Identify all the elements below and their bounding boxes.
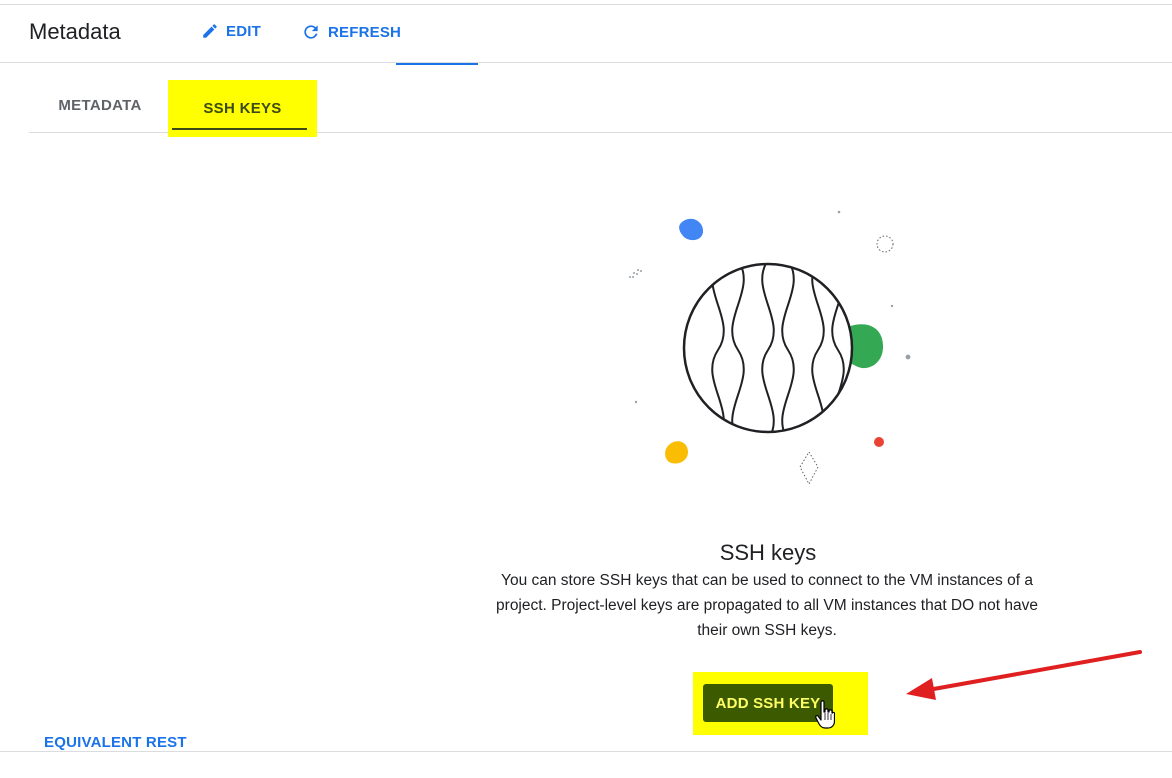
red-dot: [874, 437, 884, 447]
footer-divider: [0, 751, 1172, 752]
blue-blob: [679, 218, 704, 241]
refresh-button[interactable]: REFRESH: [301, 22, 401, 42]
hand-pointer-icon: [815, 700, 836, 735]
equivalent-rest-link[interactable]: EQUIVALENT REST: [44, 734, 187, 751]
tab-ssh-keys[interactable]: SSH KEYS: [168, 80, 317, 137]
page-title: Metadata: [29, 19, 121, 44]
yellow-blob: [665, 441, 688, 464]
tab-metadata[interactable]: METADATA: [39, 79, 161, 131]
page-header: Metadata EDIT REFRESH: [0, 5, 1172, 63]
tab-label: METADATA: [58, 96, 142, 114]
header-active-indicator: [396, 63, 478, 65]
active-tab-indicator: [172, 128, 307, 130]
empty-state-title: SSH keys: [719, 540, 817, 565]
annotation-arrow: [900, 640, 1150, 715]
tab-label: SSH KEYS: [203, 100, 282, 117]
tab-bar: METADATA SSH KEYS: [29, 79, 1172, 137]
refresh-icon: [301, 22, 321, 42]
pencil-icon: [201, 22, 219, 40]
edit-label: EDIT: [226, 22, 261, 40]
refresh-label: REFRESH: [328, 23, 402, 41]
add-ssh-key-button[interactable]: ADD SSH KEY: [703, 684, 833, 722]
ssh-keys-illustration: [620, 200, 920, 500]
edit-button[interactable]: EDIT: [201, 22, 261, 40]
empty-state-description: You can store SSH keys that can be used …: [496, 572, 1038, 639]
add-ssh-key-highlight: ADD SSH KEY: [693, 672, 868, 735]
